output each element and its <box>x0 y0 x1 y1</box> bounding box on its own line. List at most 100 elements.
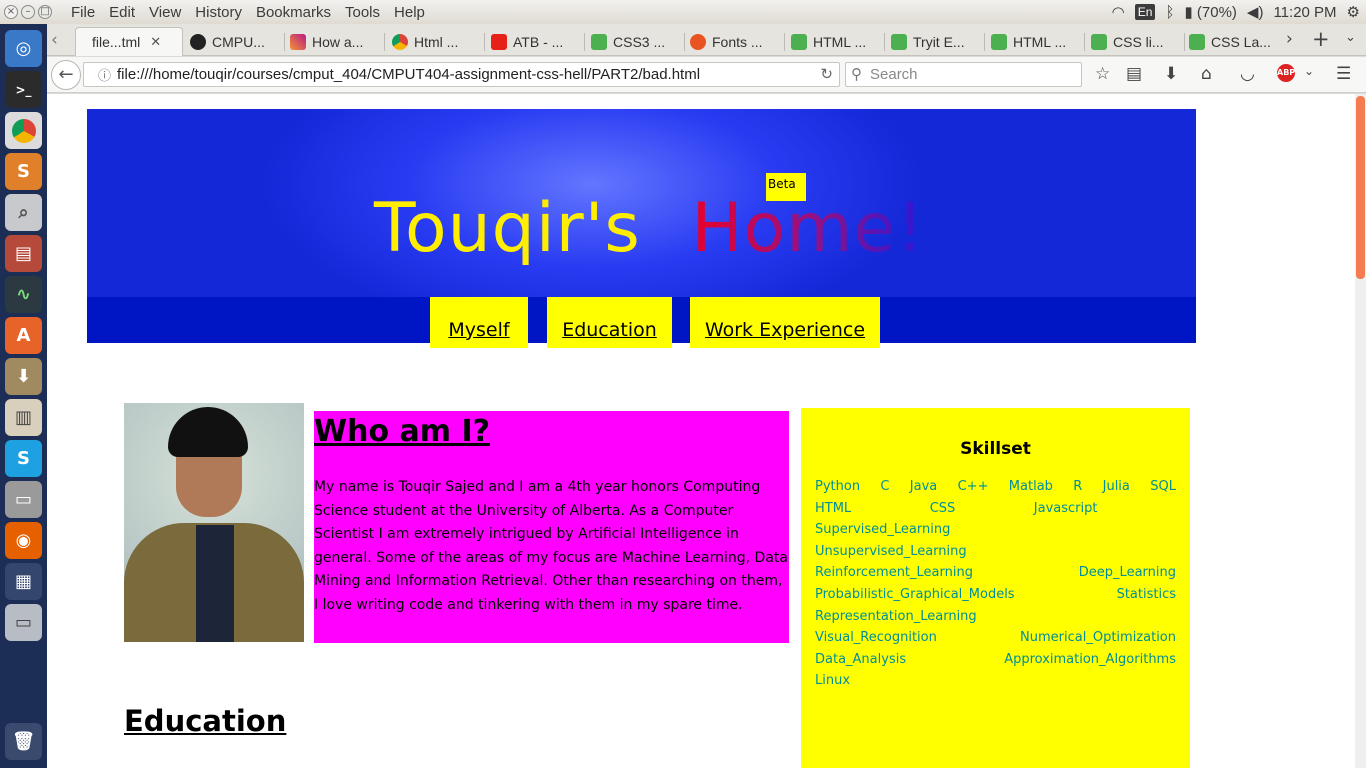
browser-tab-strip: ‹ file...tml ✕ CMPU... How a... Html ...… <box>47 24 1366 56</box>
skill-item: HTML <box>815 500 852 516</box>
tab-separator <box>384 33 385 51</box>
keyboard-layout-indicator[interactable]: En <box>1134 4 1156 20</box>
tab-css-la[interactable]: CSS La... <box>1189 27 1279 56</box>
window-close-button[interactable]: × <box>4 5 18 19</box>
tab-active[interactable]: file...tml ✕ <box>75 27 183 56</box>
window-maximize-button[interactable]: □ <box>38 5 52 19</box>
volume-icon[interactable]: ◀) <box>1247 3 1264 21</box>
menu-history[interactable]: History <box>188 4 249 21</box>
drive-icon[interactable]: ▭ <box>5 604 42 641</box>
menu-file[interactable]: File <box>64 4 102 21</box>
clock[interactable]: 11:20 PM <box>1273 4 1336 21</box>
downloads-icon[interactable]: ⬇ <box>1164 64 1178 84</box>
tab-close-icon[interactable]: ✕ <box>150 34 161 50</box>
tab-label: file...tml <box>92 34 141 50</box>
tabs-scroll-left-icon[interactable]: ‹ <box>51 30 58 50</box>
menu-edit[interactable]: Edit <box>102 4 142 21</box>
skill-item: Julia <box>1102 479 1130 494</box>
menu-bookmarks[interactable]: Bookmarks <box>249 4 338 21</box>
nav-link-myself[interactable]: Myself <box>430 297 528 348</box>
window-minimize-button[interactable]: – <box>21 5 35 19</box>
tab-fonts[interactable]: Fonts ... <box>690 27 780 56</box>
search-input[interactable]: ⚲ Search <box>845 62 1082 87</box>
tab-label: Fonts ... <box>712 33 763 50</box>
skill-item: Probabilistic_Graphical_Models <box>815 586 1015 602</box>
skill-item: CSS <box>929 500 956 516</box>
site-title-home: Home! <box>691 189 925 268</box>
sublime-text-icon[interactable]: S <box>5 153 42 190</box>
firefox-launcher-icon[interactable]: ◉ <box>5 522 42 559</box>
tab-atb[interactable]: ATB - ... <box>491 27 581 56</box>
bookmark-star-icon[interactable]: ☆ <box>1095 64 1110 84</box>
adblock-chevron-down-icon[interactable]: ⌄ <box>1304 64 1314 78</box>
skill-item: Numerical_Optimization <box>1020 630 1176 646</box>
ubuntu-icon <box>690 33 706 50</box>
scrollbar-thumb[interactable] <box>1356 96 1365 279</box>
unity-launcher: ◎ >_ S ⌕ ▤ ∿ A ⬇ ▥ S ▭ ◉ ▦ ▭ 🗑 <box>0 24 47 768</box>
tab-list-chevron-down-icon[interactable]: ⌄ <box>1345 30 1356 45</box>
image-viewer-icon[interactable]: ⌕ <box>5 194 42 231</box>
about-section: Who am I? My name is Touqir Sajed and I … <box>314 411 789 643</box>
printer-icon[interactable]: ▭ <box>5 481 42 518</box>
page-scrollbar[interactable] <box>1355 94 1366 768</box>
wifi-icon[interactable]: ◠ <box>1112 3 1125 21</box>
tabs-scroll-right-icon[interactable]: › <box>1286 29 1293 49</box>
package-installer-icon[interactable]: ⬇ <box>5 358 42 395</box>
new-tab-icon[interactable]: + <box>1312 27 1330 51</box>
menu-view[interactable]: View <box>142 4 188 21</box>
skill-item: Java <box>909 479 938 494</box>
tab-label: Html ... <box>414 33 459 50</box>
w3-icon <box>1189 33 1205 50</box>
url-bar[interactable]: ⓘ file:///home/touqir/courses/cmput_404/… <box>83 62 840 87</box>
web-page: Touqir's Home! Beta Myself Education Wor… <box>47 94 1355 768</box>
skype-icon[interactable]: S <box>5 440 42 477</box>
instagram-icon <box>290 33 306 50</box>
tab-label: HTML ... <box>813 33 867 50</box>
info-icon[interactable]: ⓘ <box>98 65 111 84</box>
tab-how-a[interactable]: How a... <box>290 27 380 56</box>
home-icon[interactable]: ⌂ <box>1201 64 1212 84</box>
browser-nav-bar: ← ⓘ file:///home/touqir/courses/cmput_40… <box>47 57 1366 93</box>
nav-link-education[interactable]: Education <box>547 297 672 348</box>
reload-icon[interactable]: ↻ <box>820 65 833 83</box>
tab-label: CSS li... <box>1113 33 1164 50</box>
reading-list-icon[interactable]: ▤ <box>1126 64 1142 84</box>
pocket-icon[interactable]: ◡ <box>1240 64 1255 84</box>
adblock-icon[interactable]: ABP <box>1277 64 1295 82</box>
tab-separator <box>984 33 985 51</box>
workspace-switcher-icon[interactable]: ▦ <box>5 563 42 600</box>
tab-label: CSS3 ... <box>613 33 666 50</box>
chrome-icon <box>392 33 408 50</box>
terminal-icon[interactable]: >_ <box>5 71 42 108</box>
bluetooth-icon[interactable]: ᛒ <box>1165 4 1174 21</box>
tab-css3[interactable]: CSS3 ... <box>591 27 681 56</box>
nav-link-work-experience[interactable]: Work Experience <box>690 297 880 348</box>
menu-help[interactable]: Help <box>387 4 432 21</box>
tab-html-2[interactable]: HTML ... <box>791 27 881 56</box>
software-center-icon[interactable]: A <box>5 317 42 354</box>
skill-item: Statistics <box>1116 586 1176 602</box>
system-monitor-icon[interactable]: ∿ <box>5 276 42 313</box>
chrome-launcher-icon[interactable] <box>5 112 42 149</box>
tab-tryit[interactable]: Tryit E... <box>891 27 981 56</box>
tab-github[interactable]: CMPU... <box>190 27 280 56</box>
archive-manager-icon[interactable]: ▤ <box>5 235 42 272</box>
skill-item: Deep_Learning <box>1078 565 1176 581</box>
tab-css-li[interactable]: CSS li... <box>1091 27 1181 56</box>
tab-html-3[interactable]: HTML ... <box>991 27 1081 56</box>
skillset-title: Skillset <box>960 439 1031 459</box>
battery-indicator[interactable]: ▮ (70%) <box>1184 3 1236 21</box>
hamburger-menu-icon[interactable]: ☰ <box>1336 64 1351 84</box>
ubuntu-dash-icon[interactable]: ◎ <box>5 30 42 67</box>
settings-gear-icon[interactable]: ⚙ <box>1347 3 1360 21</box>
app-menus: File Edit View History Bookmarks Tools H… <box>64 4 432 21</box>
skill-item: Linux <box>815 673 851 689</box>
menu-tools[interactable]: Tools <box>338 4 387 21</box>
tab-label: Tryit E... <box>913 33 965 50</box>
tab-separator <box>484 33 485 51</box>
ebook-reader-icon[interactable]: ▥ <box>5 399 42 436</box>
trash-icon[interactable]: 🗑 <box>5 723 42 760</box>
back-button[interactable]: ← <box>51 60 81 90</box>
tab-html-1[interactable]: Html ... <box>392 27 482 56</box>
battery-label: (70%) <box>1196 4 1237 21</box>
